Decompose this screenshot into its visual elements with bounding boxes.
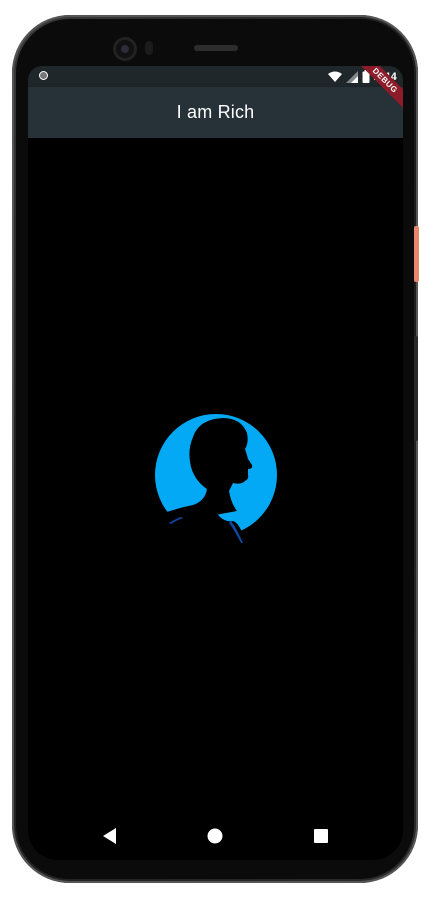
power-button[interactable] (414, 226, 419, 282)
back-icon[interactable] (98, 824, 122, 848)
proximity-sensor (145, 41, 153, 55)
signal-icon (345, 70, 358, 83)
person-silhouette-icon (153, 414, 277, 553)
notification-dot-icon (39, 71, 48, 80)
volume-button[interactable] (414, 336, 418, 441)
app-bar: I am Rich (28, 87, 403, 138)
recents-icon[interactable] (309, 824, 333, 848)
front-camera (116, 40, 134, 58)
app-title: I am Rich (176, 102, 255, 122)
screen: 2:44 DEBUG I am Rich (28, 66, 403, 860)
status-bar: 2:44 (28, 66, 403, 87)
home-icon[interactable] (203, 824, 227, 848)
earpiece-speaker (194, 45, 238, 51)
body-content (28, 138, 403, 818)
navigation-bar (28, 812, 403, 860)
wifi-icon (327, 71, 342, 82)
